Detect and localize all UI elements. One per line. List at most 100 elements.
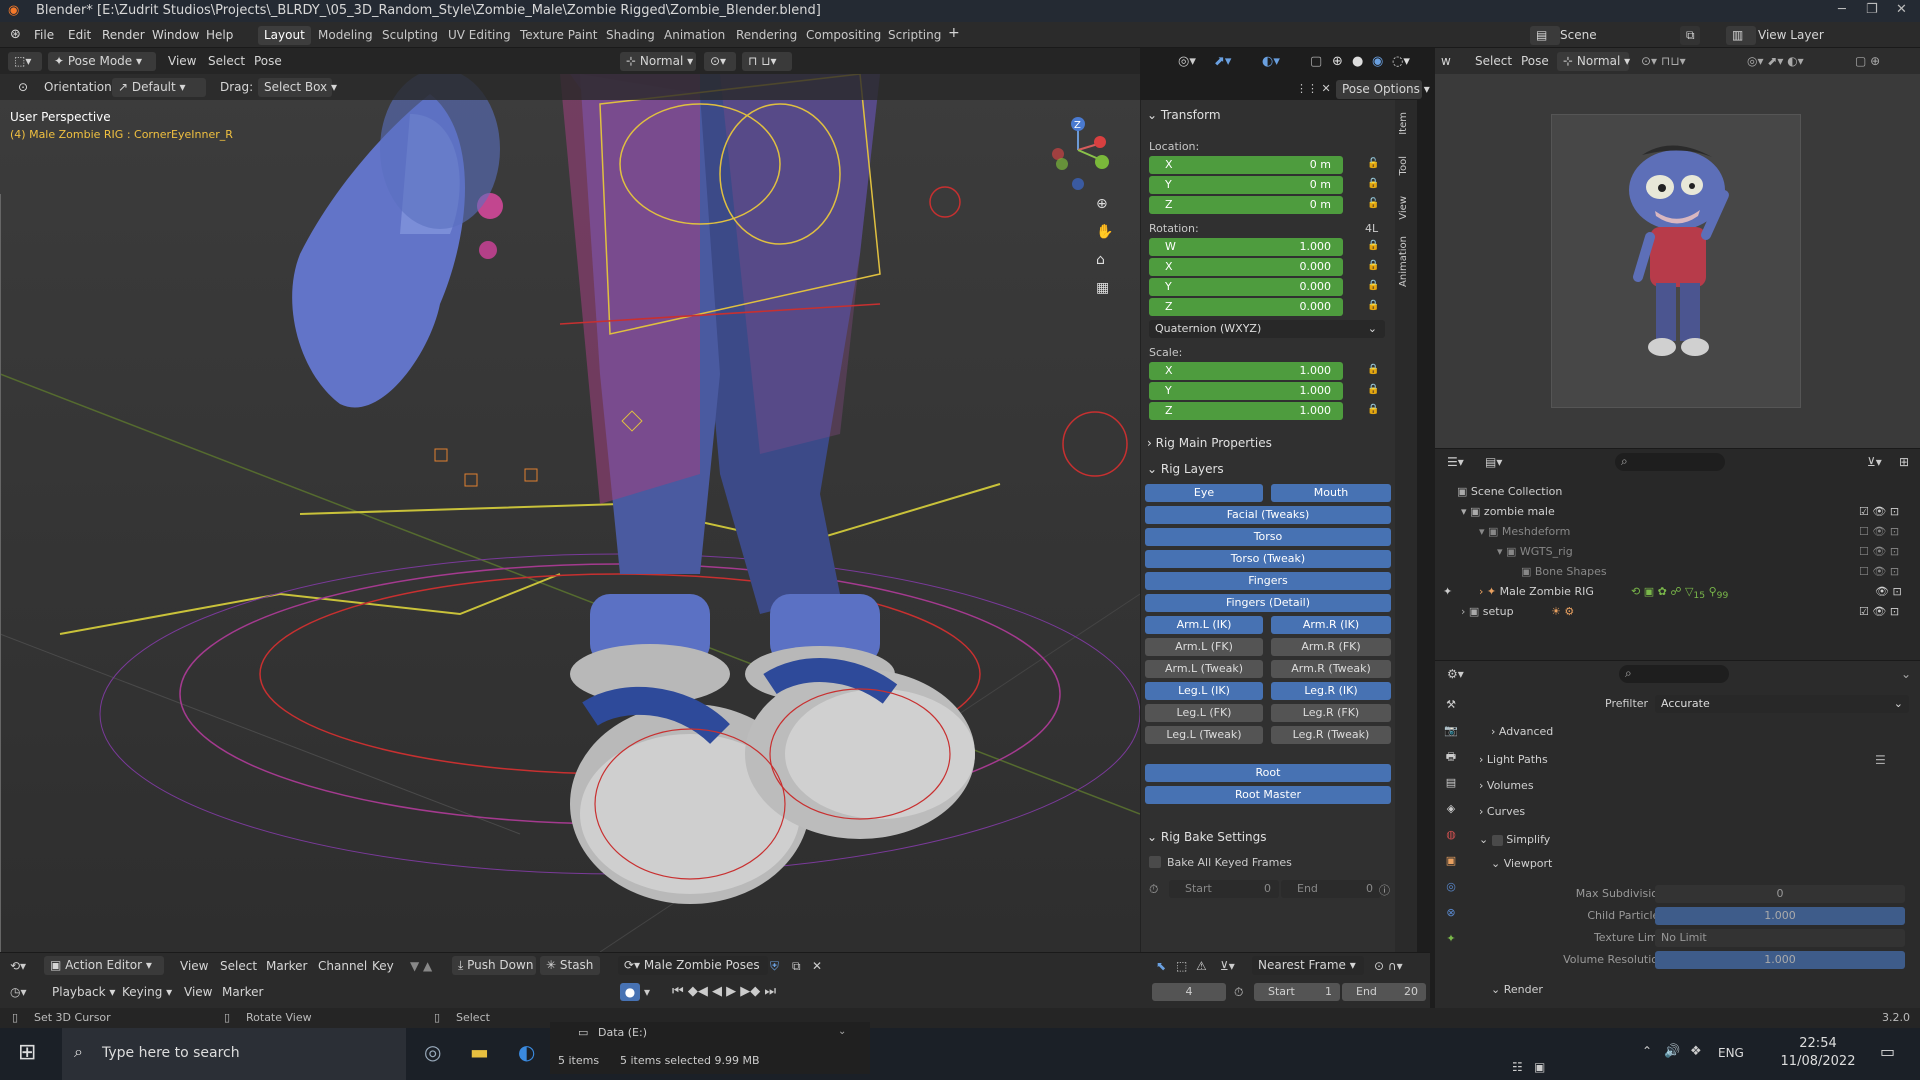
rig-layer-torso-button[interactable]: Torso — [1145, 528, 1391, 546]
menu-edit[interactable]: Edit — [68, 28, 91, 42]
lock-icon[interactable]: 🔓 — [1367, 158, 1379, 170]
tool-tab-icon[interactable]: ⚒ — [1443, 697, 1459, 713]
bake-start-field[interactable]: Start 0 — [1169, 880, 1279, 898]
snap-icon[interactable]: ⊓ ⊔▾ — [742, 52, 792, 71]
tab-layout[interactable]: Layout — [258, 26, 311, 45]
outliner-zombie-male[interactable]: ▾ ▣ zombie male — [1461, 505, 1555, 518]
scale-x-field[interactable]: X 1.000 — [1149, 362, 1343, 380]
playback-controls[interactable]: ⏮ ◆◀ ◀ ▶ ▶◆ ⏭ — [672, 984, 776, 999]
rig-layer-arm-r-tweak-button[interactable]: Arm.R (Tweak) — [1271, 660, 1391, 678]
rig-layer-fingers-button[interactable]: Fingers — [1145, 572, 1391, 590]
pivot-icon[interactable]: ⊙▾ — [704, 52, 736, 71]
advanced-panel-header[interactable]: › Advanced — [1491, 725, 1553, 738]
mode-selector[interactable]: ✦ Pose Mode ▾ — [48, 52, 156, 71]
add-workspace-icon[interactable]: + — [948, 25, 960, 41]
blender-menu-icon[interactable]: ⊛ — [10, 27, 21, 42]
view-layer-tab-icon[interactable]: ▤ — [1443, 775, 1459, 791]
camera-menu-w[interactable]: w — [1441, 54, 1451, 68]
tab-uv-editing[interactable]: UV Editing — [442, 26, 517, 45]
bake-all-checkbox[interactable] — [1149, 856, 1161, 868]
record-options-icon[interactable]: ▾ — [644, 985, 650, 999]
lock-icon[interactable]: 🔒 — [1367, 260, 1379, 272]
overlays-icon[interactable]: ◐▾ — [1262, 54, 1280, 69]
scene-tab-icon[interactable]: ◈ — [1443, 801, 1459, 817]
menu-file[interactable]: File — [34, 28, 54, 42]
lock-icon[interactable]: 🔒 — [1367, 178, 1379, 190]
camera-icon[interactable]: ⌂ — [1096, 252, 1105, 268]
child-particles-field[interactable]: 1.000 — [1655, 907, 1905, 925]
record-button[interactable]: ● — [620, 983, 640, 1001]
notifications-icon[interactable]: ▭ — [1880, 1042, 1895, 1061]
rig-layer-mouth-button[interactable]: Mouth — [1271, 484, 1391, 502]
menu-view[interactable]: View — [168, 54, 196, 68]
filter-icon[interactable]: ⊻▾ — [1867, 455, 1882, 469]
physics-tab-icon[interactable]: ◎ — [1443, 879, 1459, 895]
menu-render[interactable]: Render — [102, 28, 145, 42]
scale-y-field[interactable]: Y 1.000 — [1149, 382, 1343, 400]
scene-selector-icon[interactable]: ▤ — [1530, 26, 1560, 45]
clock-date[interactable]: 11/08/2022 — [1770, 1054, 1866, 1069]
visibility-toggles[interactable]: ☑ 👁 ⊡ — [1859, 605, 1899, 618]
layer-arrows-icon[interactable]: ▼ ▲ — [410, 959, 432, 973]
tray-overflow-icon[interactable]: ⌃ — [1642, 1044, 1652, 1058]
camera-orientation-dropdown[interactable]: ⊹ Normal ▾ — [1557, 52, 1630, 71]
rotation-z-field[interactable]: Z 0.000 — [1149, 298, 1343, 316]
navigation-gizmo[interactable]: Z — [1046, 114, 1116, 194]
world-tab-icon[interactable]: ◍ — [1443, 827, 1459, 843]
bake-end-field[interactable]: End 0 — [1281, 880, 1381, 898]
tab-sculpting[interactable]: Sculpting — [376, 26, 444, 45]
menu-help[interactable]: Help — [206, 28, 233, 42]
rig-layer-fingers-detail-button[interactable]: Fingers (Detail) — [1145, 594, 1391, 612]
filters-icon[interactable]: ⊻▾ — [1220, 959, 1235, 973]
rotation-y-field[interactable]: Y 0.000 — [1149, 278, 1343, 296]
clock-time[interactable]: 22:54 — [1778, 1036, 1858, 1051]
tab-tool[interactable]: Tool — [1398, 156, 1414, 175]
object-tab-icon[interactable]: ▣ — [1443, 853, 1459, 869]
pose-x-mirror-icon[interactable]: ⋮⋮ ✕ — [1296, 82, 1331, 95]
shading-material-icon[interactable]: ◉ — [1372, 54, 1383, 69]
timeline-type-icon[interactable]: ◷▾ — [10, 985, 27, 999]
overlay-dropdown-icon[interactable]: ◎▾ — [1178, 54, 1196, 69]
camera-menu-pose[interactable]: Pose — [1521, 54, 1549, 68]
volume-resolution-field[interactable]: 1.000 — [1655, 951, 1905, 969]
action-editor-type-icon[interactable]: ⟲▾ — [10, 959, 26, 973]
scene-name[interactable]: Scene — [1560, 28, 1597, 42]
close-icon[interactable]: ✕ — [1896, 2, 1907, 17]
camera-menu-select[interactable]: Select — [1475, 54, 1512, 68]
shading-solid-icon[interactable]: ● — [1352, 54, 1363, 69]
drive-label[interactable]: Data (E:) — [598, 1026, 647, 1039]
transform-orientation-dropdown[interactable]: ⊹ Normal ▾ — [620, 52, 696, 71]
view-layer-name[interactable]: View Layer — [1758, 28, 1824, 42]
keying-menu[interactable]: Keying ▾ — [122, 985, 172, 999]
zoom-icon[interactable]: ⊕ — [1096, 196, 1108, 212]
only-selected-icon[interactable]: ⬉ — [1156, 959, 1166, 973]
tab-animation-sidebar[interactable]: Animation — [1398, 236, 1414, 287]
preview-range-icon[interactable]: ⏱ — [1234, 985, 1243, 1000]
tab-view[interactable]: View — [1398, 196, 1414, 220]
visibility-toggles[interactable]: 👁 ⊡ — [1875, 585, 1902, 598]
orientation-dropdown[interactable]: ↗ Default ▾ — [112, 78, 206, 97]
grid-perspective-icon[interactable]: ▦ — [1096, 280, 1109, 296]
minimize-icon[interactable]: ─ — [1838, 2, 1846, 17]
snap-mode-dropdown[interactable]: Nearest Frame ▾ — [1252, 956, 1364, 975]
rig-layer-leg-l-tweak-button[interactable]: Leg.L (Tweak) — [1145, 726, 1263, 744]
texture-limit-dropdown[interactable]: No Limit — [1655, 929, 1905, 947]
camera-snap-icons[interactable]: ⊙▾ ⊓⊔▾ — [1641, 54, 1686, 68]
transform-header[interactable]: ⌄ Transform — [1147, 108, 1221, 122]
new-collection-icon[interactable]: ⊞ — [1899, 455, 1909, 469]
menu-key[interactable]: Key — [372, 959, 394, 973]
simplify-panel-header[interactable]: ⌄ Simplify — [1479, 833, 1550, 846]
rig-layer-leg-l-ik-button[interactable]: Leg.L (IK) — [1145, 682, 1263, 700]
rig-layers-header[interactable]: ⌄ Rig Layers — [1147, 462, 1224, 476]
warning-icon[interactable]: ⚠ — [1196, 959, 1207, 973]
rig-layer-leg-l-fk-button[interactable]: Leg.L (FK) — [1145, 704, 1263, 722]
lock-icon[interactable]: 🔒 — [1367, 404, 1379, 416]
rig-layer-arm-l-tweak-button[interactable]: Arm.L (Tweak) — [1145, 660, 1263, 678]
language-indicator[interactable]: ENG — [1718, 1046, 1744, 1060]
tool-icon[interactable]: ⊙ — [18, 80, 28, 94]
camera-overlay-icons[interactable]: ◎▾ ⬈▾ ◐▾ — [1747, 54, 1804, 68]
tab-modeling[interactable]: Modeling — [312, 26, 379, 45]
show-hidden-icon[interactable]: ⬚ — [1176, 959, 1187, 973]
shading-wireframe-icon[interactable]: ⊕ — [1332, 54, 1343, 69]
rig-layer-leg-r-tweak-button[interactable]: Leg.R (Tweak) — [1271, 726, 1391, 744]
